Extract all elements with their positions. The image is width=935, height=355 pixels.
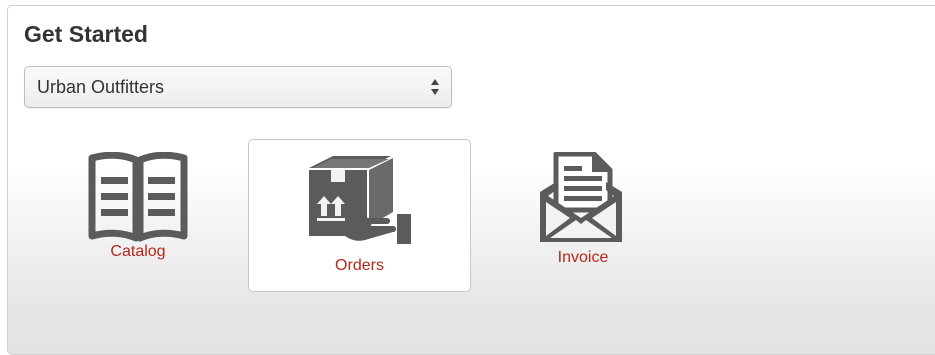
select-arrows-icon [431,79,439,95]
tile-catalog[interactable]: Catalog [68,138,208,278]
tile-orders-label: Orders [335,257,384,274]
package-delivery-icon [309,156,411,244]
tile-orders[interactable]: Orders [248,139,471,292]
book-icon [88,152,188,242]
envelope-document-icon [540,152,622,242]
tile-catalog-label: Catalog [110,243,166,260]
panel-title: Get Started [24,21,148,47]
account-select-value: Urban Outfitters [37,77,165,97]
tile-invoice[interactable]: Invoice [513,138,653,278]
tile-invoice-label: Invoice [557,249,609,266]
account-select[interactable]: Urban Outfitters [24,66,452,108]
get-started-panel: Get Started Urban Outfitters Catalog Ord… [7,5,935,355]
